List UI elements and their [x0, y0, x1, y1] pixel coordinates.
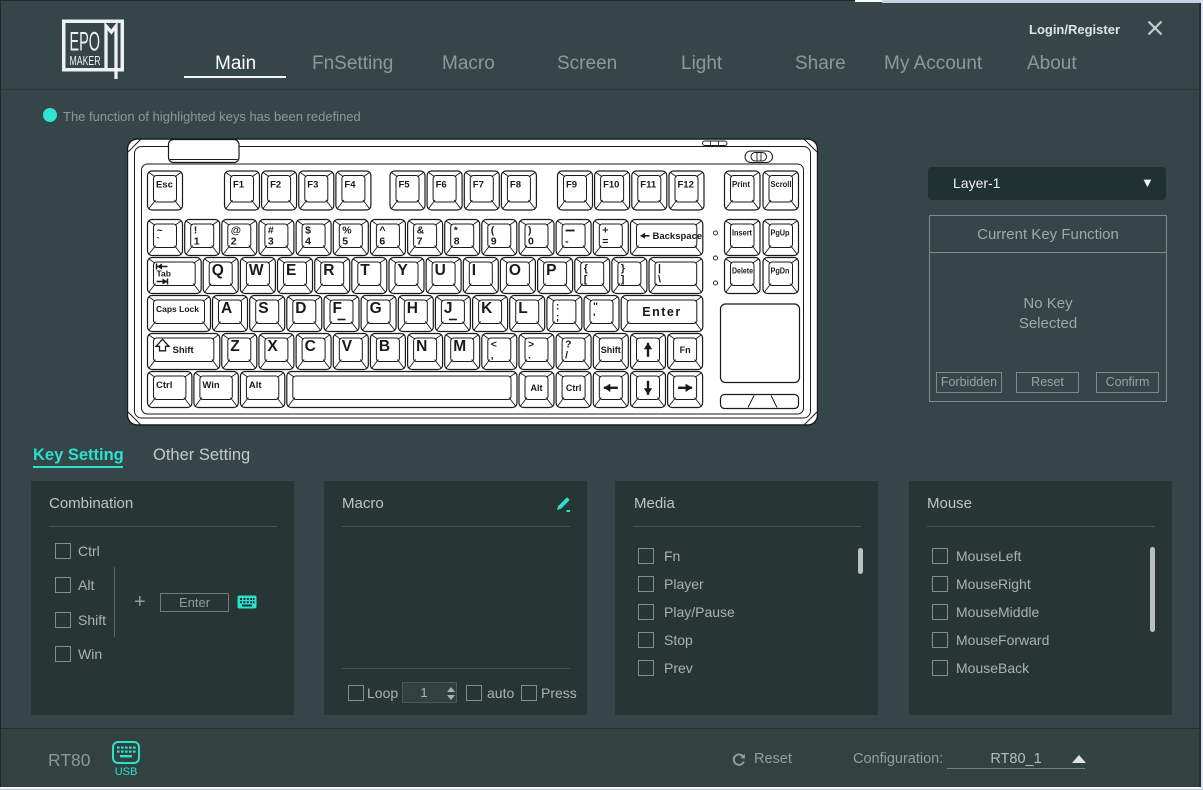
svg-text:=: = [602, 236, 608, 248]
svg-text:F1: F1 [233, 180, 245, 191]
svg-text:S: S [258, 300, 268, 317]
svg-text:2: 2 [230, 236, 236, 248]
svg-text:F10: F10 [603, 180, 619, 191]
svg-text:J: J [443, 300, 452, 317]
svg-text:W: W [248, 262, 263, 279]
svg-text:[: [ [583, 274, 587, 286]
svg-text:Fn: Fn [679, 345, 690, 355]
svg-text:F8: F8 [509, 180, 520, 191]
svg-text:O: O [508, 262, 520, 279]
svg-text:B: B [378, 338, 389, 355]
svg-text:Shift: Shift [600, 345, 620, 355]
svg-text:Y: Y [397, 262, 408, 279]
svg-text:M: M [453, 338, 466, 355]
svg-text:Ctrl: Ctrl [156, 380, 172, 391]
svg-text:F6: F6 [435, 180, 446, 191]
svg-text:A: A [221, 300, 232, 317]
svg-text:R: R [323, 262, 334, 279]
svg-text:,: , [490, 350, 493, 362]
svg-text:Esc: Esc [156, 180, 173, 191]
svg-text:1: 1 [193, 236, 199, 248]
svg-text:]: ] [620, 274, 624, 286]
svg-text:N: N [416, 338, 427, 355]
svg-text:F5: F5 [398, 180, 410, 191]
svg-text:Delete: Delete [732, 267, 753, 276]
svg-text:F2: F2 [270, 180, 281, 191]
svg-text:F11: F11 [640, 180, 657, 191]
svg-text:F12: F12 [677, 180, 693, 191]
svg-text:.: . [528, 350, 531, 362]
svg-text:I: I [471, 262, 475, 279]
svg-text:Print: Print [732, 180, 750, 189]
svg-text:5: 5 [342, 236, 348, 248]
svg-text:Ctrl: Ctrl [565, 383, 581, 393]
svg-text:Q: Q [211, 262, 223, 279]
svg-text:PgDn: PgDn [770, 267, 789, 276]
svg-text:Alt: Alt [530, 383, 542, 393]
svg-text:U: U [434, 262, 445, 279]
svg-text:F9: F9 [566, 180, 577, 191]
svg-text:Backspace: Backspace [652, 231, 702, 242]
svg-text:8: 8 [453, 236, 459, 248]
svg-text:6: 6 [379, 236, 385, 248]
svg-text:`: ` [156, 236, 160, 248]
svg-text:D: D [295, 300, 306, 317]
svg-text:4: 4 [305, 236, 311, 248]
svg-text:H: H [406, 300, 417, 317]
svg-text:;: ; [555, 312, 559, 324]
svg-text:\: \ [658, 274, 661, 286]
svg-text:PgUp: PgUp [770, 229, 789, 238]
svg-text:Alt: Alt [248, 380, 262, 391]
svg-text:9: 9 [490, 236, 496, 248]
svg-text:V: V [341, 338, 352, 355]
svg-text:X: X [267, 338, 278, 355]
svg-text:G: G [369, 300, 381, 317]
svg-text:C: C [304, 338, 315, 355]
svg-text:7: 7 [416, 236, 422, 248]
svg-text:Win: Win [202, 380, 220, 391]
svg-text:Z: Z [230, 338, 240, 355]
svg-text:3: 3 [267, 236, 273, 248]
svg-text:Scroll: Scroll [770, 180, 791, 189]
svg-text:Caps Lock: Caps Lock [156, 304, 199, 314]
svg-text:E: E [286, 262, 296, 279]
svg-text:Insert: Insert [732, 229, 752, 238]
svg-text:F7: F7 [472, 180, 483, 191]
svg-text:F: F [332, 300, 341, 317]
svg-text:Shift: Shift [172, 345, 194, 356]
svg-text:EPO: EPO [70, 27, 101, 57]
svg-text:F4: F4 [344, 180, 356, 191]
svg-text:T: T [360, 262, 370, 279]
svg-text:Enter: Enter [642, 305, 681, 319]
svg-text:K: K [481, 300, 493, 317]
svg-text:P: P [546, 262, 556, 279]
svg-text:': ' [593, 312, 596, 324]
svg-text:-: - [565, 236, 569, 248]
svg-text:0: 0 [528, 236, 534, 248]
svg-text:/: / [565, 350, 568, 362]
svg-text:L: L [518, 300, 527, 317]
svg-text:Tab: Tab [156, 269, 170, 279]
svg-text:F3: F3 [307, 180, 318, 191]
